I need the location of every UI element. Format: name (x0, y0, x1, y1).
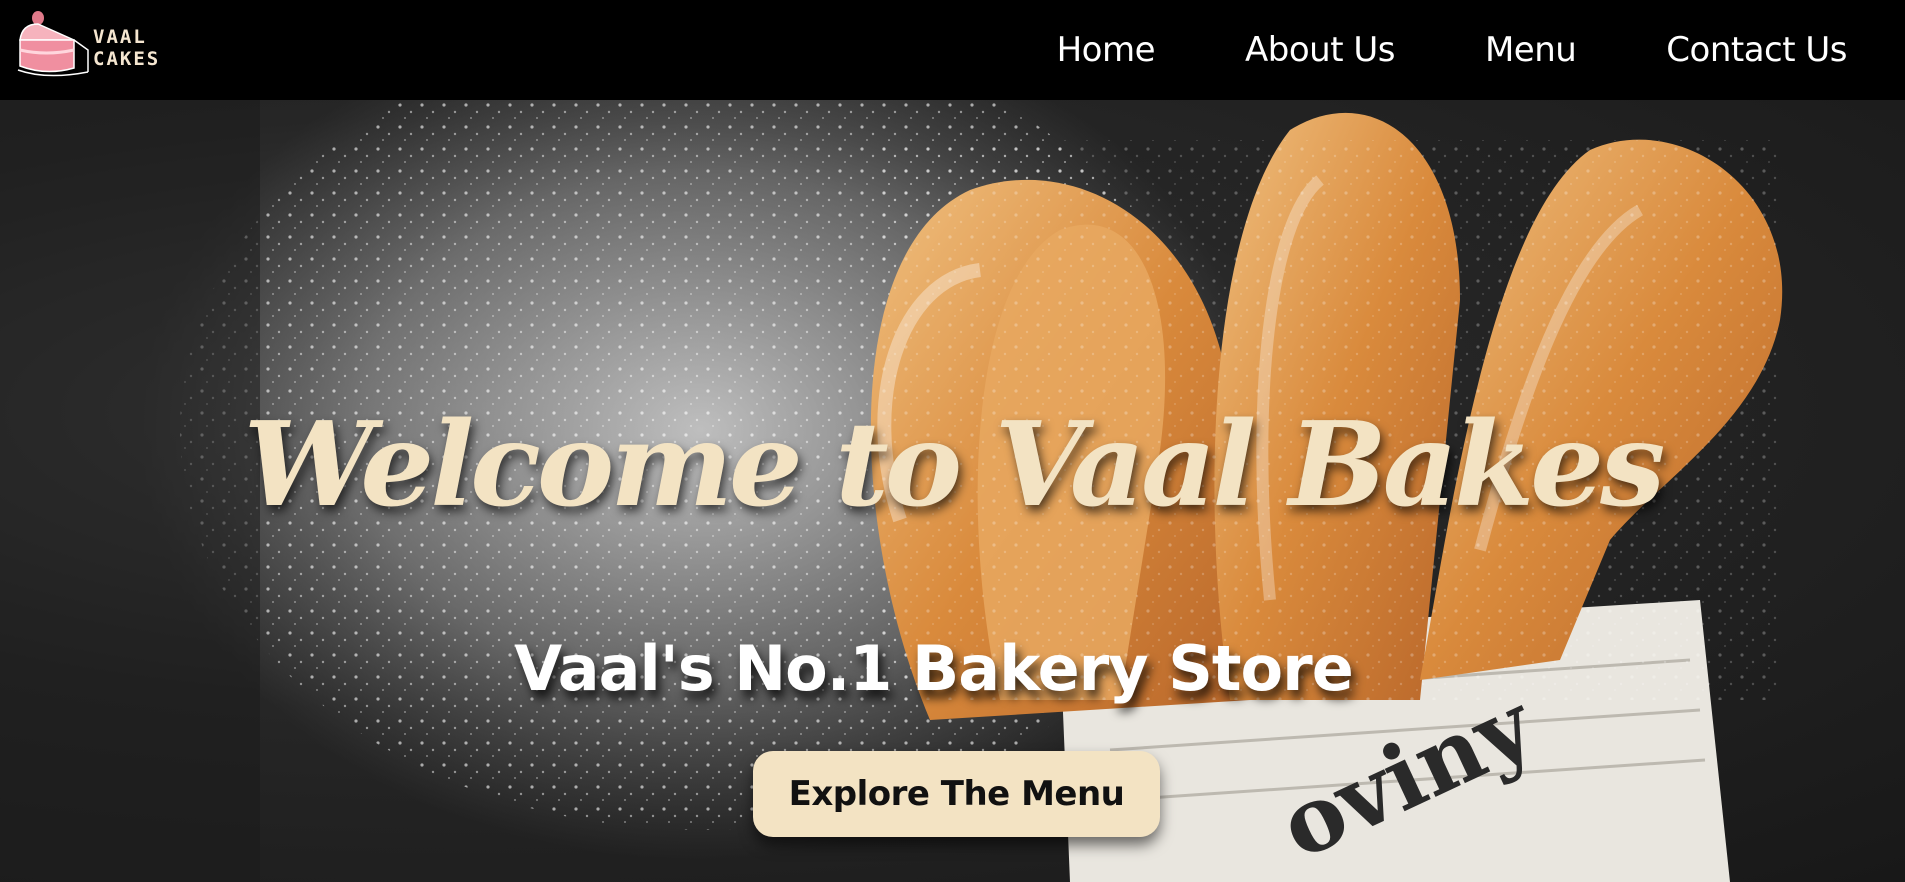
hero-title: Welcome to Vaal Bakes (243, 397, 1666, 533)
brand-logo[interactable]: VAAL CAKES (0, 0, 158, 100)
nav-item-home[interactable]: Home (1057, 30, 1156, 70)
cake-slice-icon (17, 11, 89, 77)
hero-section: oviny Welcome to Vaal Bakes Vaal's No.1 … (0, 100, 1905, 882)
explore-menu-button[interactable]: Explore The Menu (753, 751, 1160, 837)
nav-item-about-us[interactable]: About Us (1245, 30, 1395, 70)
nav-item-menu[interactable]: Menu (1485, 30, 1577, 70)
nav-links: Home About Us Menu Contact Us (967, 30, 1848, 70)
brand-name-line2: CAKES (93, 48, 161, 70)
brand-name: VAAL CAKES (93, 26, 160, 70)
hero-subtitle: Vaal's No.1 Bakery Store (514, 632, 1354, 705)
brand-name-line1: VAAL (93, 26, 147, 48)
navbar: VAAL CAKES Home About Us Menu Contact Us (0, 0, 1905, 100)
nav-item-contact-us[interactable]: Contact Us (1666, 30, 1847, 70)
